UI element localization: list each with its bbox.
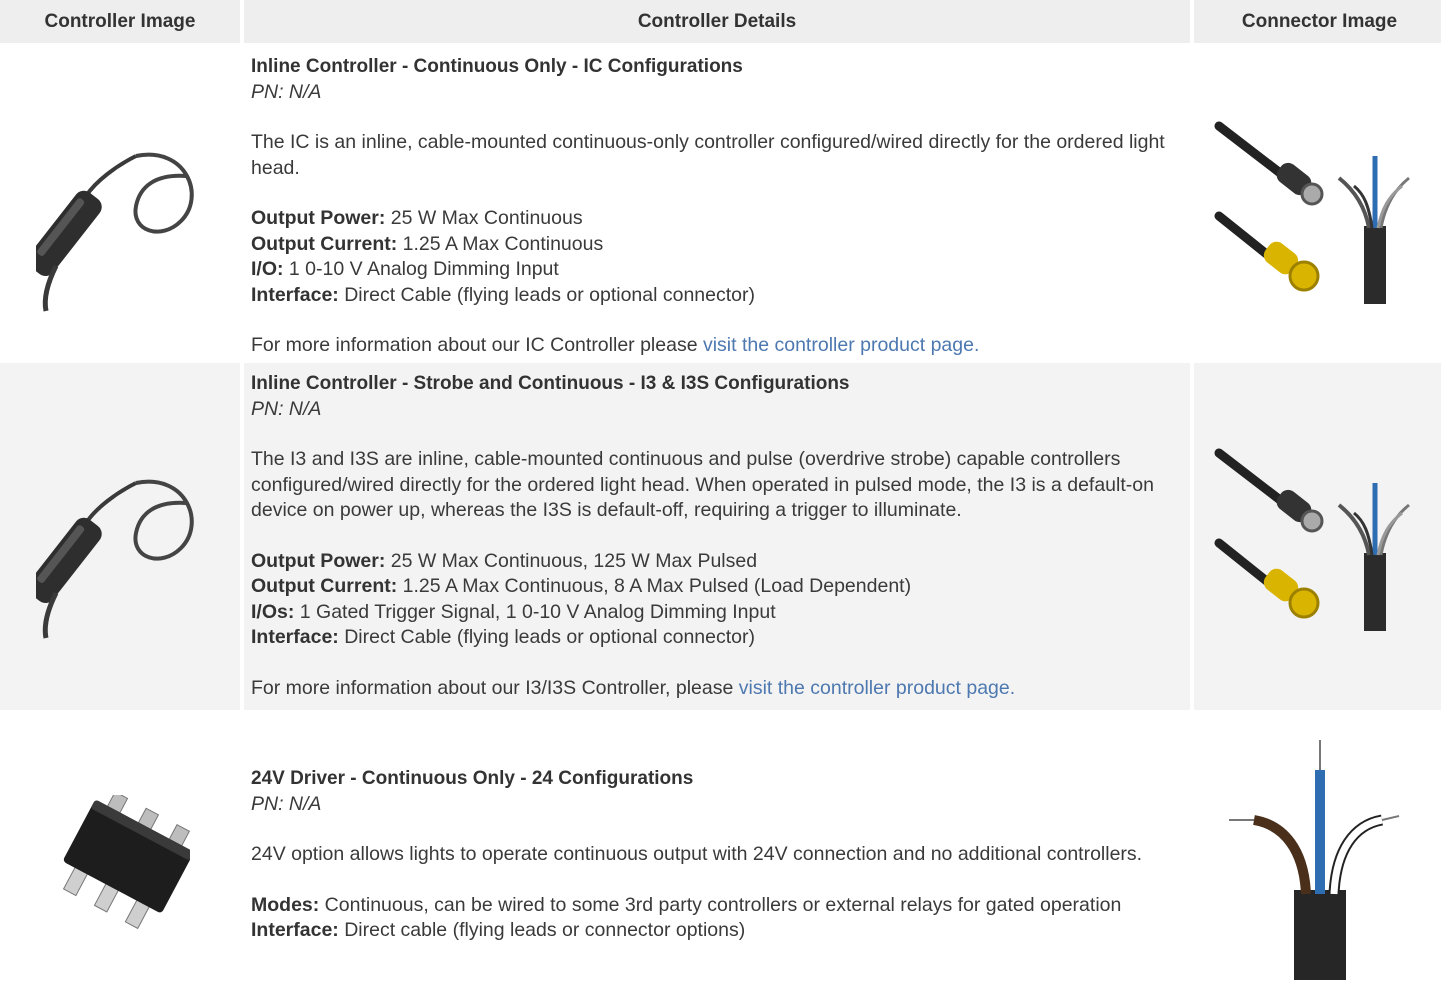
product-page-link[interactable]: visit the controller product page.	[739, 677, 1015, 699]
controller-details-cell: Inline Controller - Continuous Only - IC…	[244, 46, 1190, 363]
table-row: Inline Controller - Continuous Only - IC…	[0, 46, 1441, 363]
part-number: PN: N/A	[251, 397, 322, 420]
controller-title: 24V Driver - Continuous Only - 24 Config…	[251, 768, 694, 789]
part-number: PN: N/A	[251, 792, 322, 815]
spec-value: 1.25 A Max Continuous, 8 A Max Pulsed (L…	[397, 575, 912, 597]
m12-connector-image	[1214, 121, 1410, 304]
connector-image-cell	[1194, 710, 1441, 990]
header-connector-image: Connector Image	[1194, 0, 1441, 46]
spec-label: Output Current:	[251, 575, 398, 597]
header-controller-image: Controller Image	[0, 0, 240, 46]
spec-label: Modes:	[251, 893, 320, 916]
spec-label: Interface:	[251, 919, 339, 941]
controller-image-cell	[0, 710, 240, 990]
spec-value: Direct Cable (flying leads or optional c…	[338, 283, 755, 306]
spec-value: Direct cable (flying leads or connector …	[338, 919, 746, 941]
more-info-text: For more information about our IC Contro…	[251, 334, 703, 356]
controller-title: Inline Controller - Strobe and Continuou…	[251, 373, 850, 394]
controller-title: Inline Controller - Continuous Only - IC…	[251, 56, 743, 77]
spec-value: 25 W Max Continuous, 125 W Max Pulsed	[385, 549, 758, 572]
spec-value: 1 0-10 V Analog Dimming Input	[283, 258, 559, 280]
spec-label: Interface:	[251, 283, 339, 306]
spec-label: Output Power:	[251, 549, 386, 572]
inline-controller-image	[36, 479, 194, 639]
spec-list: Output Power: 25 W Max Continuous, 125 W…	[251, 549, 1182, 651]
part-number: PN: N/A	[251, 80, 322, 103]
spec-list: Modes: Continuous, can be wired to some …	[251, 893, 1182, 944]
spec-label: I/O:	[251, 258, 284, 280]
smd-driver-chip-image	[62, 795, 190, 930]
spec-value: 1.25 A Max Continuous	[397, 232, 604, 255]
spec-label: Interface:	[251, 626, 339, 648]
spec-value: 25 W Max Continuous	[385, 207, 583, 229]
controller-description: The IC is an inline, cable-mounted conti…	[251, 131, 1165, 179]
more-info: For more information about our I3/I3S Co…	[251, 676, 1182, 702]
more-info-text: For more information about our I3/I3S Co…	[251, 676, 739, 699]
controller-description: The I3 and I3S are inline, cable-mounted…	[251, 448, 1154, 521]
controller-details-cell: 24V Driver - Continuous Only - 24 Config…	[244, 710, 1190, 990]
table-row: Inline Controller - Strobe and Continuou…	[0, 363, 1441, 710]
spec-list: Output Power: 25 W Max Continuous Output…	[251, 206, 1182, 308]
spec-value: Continuous, can be wired to some 3rd par…	[319, 893, 1122, 916]
connector-image-cell	[1194, 46, 1441, 363]
spec-label: Output Current:	[251, 232, 398, 255]
controller-description: 24V option allows lights to operate cont…	[251, 843, 1143, 865]
table-row: 24V Driver - Continuous Only - 24 Config…	[0, 710, 1441, 990]
controller-details-cell: Inline Controller - Strobe and Continuou…	[244, 363, 1190, 710]
controller-table: Controller Image Controller Details Conn…	[0, 0, 1441, 990]
spec-label: Output Power:	[251, 207, 386, 229]
controller-image-cell	[0, 46, 240, 363]
flying-leads-image	[1229, 740, 1400, 980]
header-controller-details: Controller Details	[244, 0, 1190, 46]
connector-image-cell	[1194, 363, 1441, 710]
inline-controller-image	[36, 152, 194, 312]
spec-value: Direct Cable (flying leads or optional c…	[338, 626, 755, 648]
controller-image-cell	[0, 363, 240, 710]
spec-value: 1 Gated Trigger Signal, 1 0-10 V Analog …	[294, 600, 776, 623]
product-page-link[interactable]: visit the controller product page.	[703, 334, 979, 356]
more-info: For more information about our IC Contro…	[251, 333, 1182, 359]
spec-label: I/Os:	[251, 600, 295, 623]
header-row: Controller Image Controller Details Conn…	[0, 0, 1441, 46]
m12-connector-image	[1214, 448, 1410, 631]
